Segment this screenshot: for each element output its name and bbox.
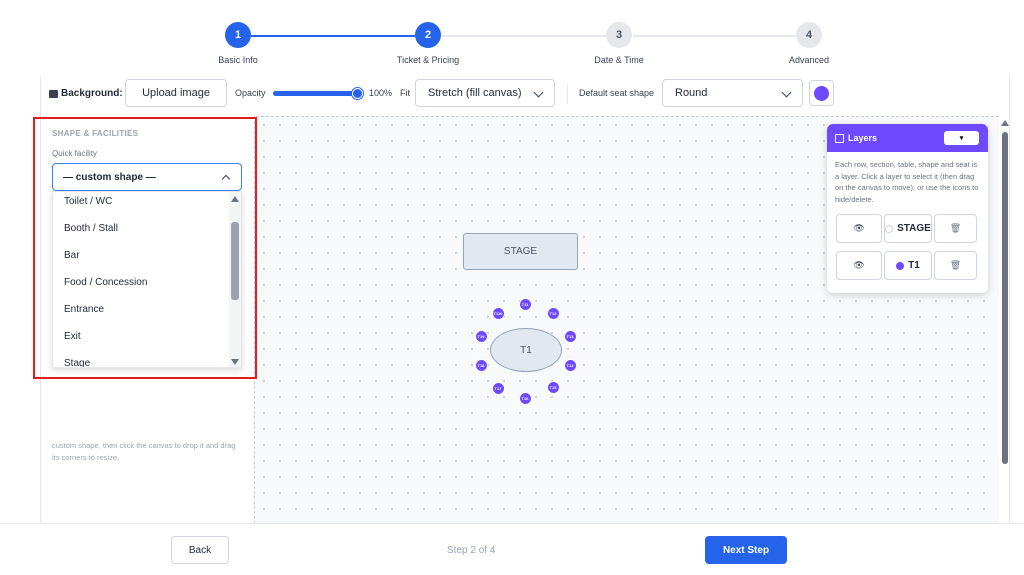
step-ticket-pricing[interactable]: 2 Ticket & Pricing	[368, 22, 488, 65]
chevron-down-icon	[533, 87, 544, 98]
toggle-visibility-button[interactable]: 👁	[836, 214, 882, 243]
layer-name: STAGE	[897, 223, 931, 234]
seat-t16[interactable]: T16	[518, 391, 532, 405]
seat-t17[interactable]: T17	[491, 381, 505, 395]
opacity-value: 100%	[369, 88, 393, 98]
trash-icon: 🗑	[949, 223, 962, 233]
seat-t110[interactable]: T110	[491, 306, 505, 320]
eye-icon: 👁	[853, 260, 865, 270]
highlight-annotation	[33, 117, 257, 379]
seat-t14[interactable]: T14	[563, 358, 577, 372]
layers-header: Layers ▾	[827, 124, 988, 152]
step-label: Date & Time	[594, 55, 644, 65]
image-icon	[49, 89, 58, 98]
background-label: Background:	[49, 88, 123, 99]
canvas-scrollbar[interactable]	[999, 116, 1009, 524]
step-label: Ticket & Pricing	[396, 55, 460, 65]
trash-icon: 🗑	[949, 260, 962, 270]
toolbar-divider	[567, 84, 568, 104]
seat-color-picker[interactable]	[809, 80, 834, 106]
color-swatch	[814, 85, 829, 101]
seat-t13[interactable]: T13	[563, 329, 577, 343]
stepper: 1 Basic Info 2 Ticket & Pricing 3 Date &…	[0, 0, 1024, 76]
layers-panel: Layers ▾ Each row, section, table, shape…	[827, 124, 988, 293]
select-layer-button[interactable]: STAGE	[884, 214, 932, 243]
table-t1[interactable]: T1	[490, 328, 562, 372]
upload-image-button[interactable]: Upload image	[125, 79, 227, 107]
step-label: Advanced	[788, 55, 830, 65]
delete-layer-button[interactable]: 🗑	[934, 214, 977, 243]
seat-t15[interactable]: T15	[546, 380, 560, 394]
step-indicator: Step 2 of 4	[447, 545, 496, 556]
layer-color-dot	[885, 224, 894, 233]
seat-t12[interactable]: T12	[546, 306, 560, 320]
step-number: 2	[415, 22, 441, 48]
fit-select-value: Stretch (fill canvas)	[428, 87, 522, 99]
layers-title: Layers	[848, 133, 878, 143]
layers-description: Each row, section, table, shape and seat…	[835, 160, 979, 204]
layers-icon	[835, 133, 844, 143]
layer-row-stage: 👁 STAGE 🗑	[836, 214, 977, 243]
layer-color-dot	[896, 261, 905, 270]
eye-icon: 👁	[853, 223, 865, 233]
seat-shape-select[interactable]: Round	[662, 79, 803, 107]
stage-shape[interactable]: STAGE	[463, 233, 578, 270]
step-number: 1	[225, 22, 251, 48]
seat-shape-label: Default seat shape	[579, 88, 655, 98]
seat-t19[interactable]: T19	[474, 329, 488, 343]
step-label: Basic Info	[218, 55, 258, 65]
step-number: 4	[796, 22, 822, 48]
scroll-up-icon[interactable]	[1001, 120, 1009, 126]
seat-shape-value: Round	[675, 87, 708, 99]
step-advanced[interactable]: 4 Advanced	[749, 22, 869, 65]
delete-layer-button[interactable]: 🗑	[934, 251, 977, 280]
opacity-slider-track[interactable]	[273, 91, 359, 96]
next-step-button[interactable]: Next Step	[705, 536, 787, 564]
help-text: custom shape, then click the canvas to d…	[52, 441, 236, 462]
layer-row-t1: 👁 T1 🗑	[836, 251, 977, 280]
chevron-down-icon	[781, 87, 792, 98]
seat-t18[interactable]: T18	[474, 358, 488, 372]
layers-collapse-button[interactable]: ▾	[944, 131, 979, 145]
step-basic-info[interactable]: 1 Basic Info	[178, 22, 298, 65]
select-layer-button[interactable]: T1	[884, 251, 932, 280]
fit-label: Fit	[400, 88, 410, 98]
seat-t11[interactable]: T11	[518, 297, 532, 311]
fit-select[interactable]: Stretch (fill canvas)	[415, 79, 555, 107]
step-number: 3	[606, 22, 632, 48]
layer-name: T1	[908, 260, 920, 271]
back-button[interactable]: Back	[171, 536, 229, 564]
canvas-scroll-thumb[interactable]	[1002, 132, 1008, 464]
opacity-label: Opacity	[235, 88, 266, 98]
wizard-footer: Back Step 2 of 4 Next Step	[0, 523, 1024, 575]
opacity-slider-thumb[interactable]	[352, 88, 363, 99]
toggle-visibility-button[interactable]: 👁	[836, 251, 882, 280]
background-label-text: Background:	[61, 88, 123, 99]
editor-toolbar: Background: Upload image Opacity 100% Fi…	[41, 76, 1009, 112]
step-date-time[interactable]: 3 Date & Time	[559, 22, 679, 65]
